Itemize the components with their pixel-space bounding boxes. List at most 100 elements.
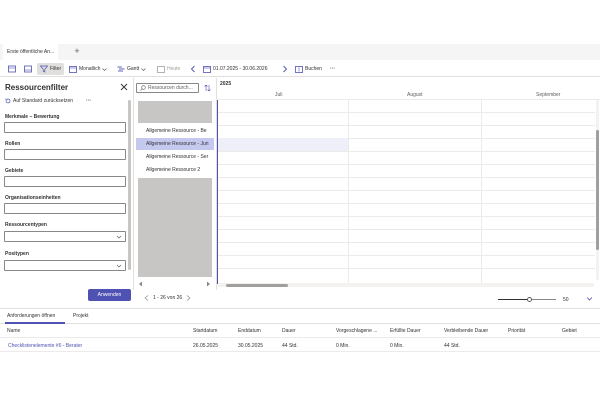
- reset-filters-button[interactable]: Auf Standard zurücksetzen: [5, 98, 73, 104]
- scroll-right-button[interactable]: [206, 281, 211, 287]
- gantt-year: 2025: [220, 81, 232, 87]
- panel-view-button[interactable]: [24, 63, 32, 75]
- column-header-name[interactable]: Name: [7, 328, 20, 334]
- caret-left-icon: [139, 281, 142, 287]
- zoom-slider[interactable]: [498, 297, 556, 302]
- ressourcentypen-select[interactable]: [4, 231, 126, 242]
- gantt-label: Gantt: [127, 66, 140, 72]
- tab-project[interactable]: Projekt: [73, 313, 89, 319]
- gantt-horizontal-scroll-track[interactable]: [218, 283, 594, 287]
- next-button[interactable]: [282, 63, 288, 75]
- filter-icon: [40, 65, 48, 73]
- gantt-gridline: [217, 190, 595, 191]
- gantt-chart: [216, 78, 600, 290]
- table-header-line: [0, 337, 600, 338]
- date-range-picker[interactable]: 01.07.2025 - 30.06.2026: [203, 63, 268, 75]
- gantt-gridline: [481, 100, 482, 284]
- book-button[interactable]: Buchen: [295, 63, 322, 75]
- resource-row[interactable]: Allgemeine Ressource - Be: [136, 125, 214, 137]
- page-previous-icon[interactable]: [144, 295, 149, 301]
- filter-panel-scrollbar[interactable]: [128, 100, 131, 270]
- filter-label: Filter: [50, 66, 62, 72]
- column-header-duration[interactable]: Dauer: [282, 328, 296, 334]
- resource-search-input[interactable]: Ressourcen durch...: [136, 83, 199, 93]
- resource-avatar-placeholder: [138, 101, 212, 123]
- rollen-input[interactable]: [4, 149, 126, 160]
- collapse-bottom-button[interactable]: [586, 296, 593, 302]
- gantt-vertical-scroll-track[interactable]: [596, 100, 599, 280]
- gantt-gridline: [217, 203, 595, 204]
- tab-bar: [0, 44, 600, 60]
- cell-proposed: 0 Min.: [336, 343, 350, 349]
- organisationseinheiten-input[interactable]: [4, 203, 126, 214]
- book-label: Buchen: [305, 66, 322, 72]
- grid-view-button[interactable]: [8, 63, 16, 75]
- filter-button[interactable]: Filter: [37, 63, 65, 75]
- gantt-month-september: September: [536, 92, 561, 98]
- gantt-gridline: [217, 112, 595, 113]
- filter-label-rollen: Rollen: [5, 141, 21, 147]
- column-header-territory[interactable]: Gebiet: [562, 328, 577, 334]
- gantt-gridline: [217, 151, 595, 152]
- close-panel-button[interactable]: [120, 83, 128, 91]
- grid-icon: [8, 65, 16, 73]
- zoom-value: 50: [563, 297, 569, 303]
- reset-label: Auf Standard zurücksetzen: [13, 98, 74, 104]
- view-mode-dropdown[interactable]: Monatlich: [69, 63, 108, 75]
- column-header-fulfilled[interactable]: Erfüllte Dauer: [390, 328, 421, 334]
- positypen-select[interactable]: [4, 260, 126, 271]
- zoom-slider-fill: [498, 299, 529, 300]
- filter-label-positypen: Positypen: [5, 251, 29, 257]
- gantt-month-august: August: [407, 92, 423, 98]
- resource-row[interactable]: Allgemeine Ressource - Ser: [136, 151, 214, 163]
- resource-filter-panel: [0, 78, 133, 308]
- chevron-down-icon: [141, 67, 146, 71]
- more-options-button[interactable]: ···: [330, 63, 335, 75]
- bottom-tab-bar: [0, 310, 600, 324]
- page-next-icon[interactable]: [186, 295, 191, 301]
- gantt-dropdown[interactable]: Gantt: [117, 63, 146, 75]
- scroll-left-button[interactable]: [138, 281, 143, 287]
- gantt-vertical-scroll-thumb[interactable]: [596, 130, 599, 250]
- column-header-remaining[interactable]: Verbleibende Dauer: [444, 328, 488, 334]
- resource-row[interactable]: Allgemeine Ressource 2: [136, 164, 214, 176]
- view-mode-label: Monatlich: [79, 66, 101, 72]
- filter-more-button[interactable]: ···: [86, 98, 91, 104]
- tab-open-requirements[interactable]: Anforderungen öffnen: [7, 313, 55, 319]
- tab-active-label: Erste öffentliche An...: [7, 48, 55, 55]
- chevron-down-icon: [116, 235, 122, 239]
- merkmale-input[interactable]: [4, 122, 126, 133]
- date-range-label: 01.07.2025 - 30.06.2026: [213, 66, 268, 72]
- today-button[interactable]: Heute: [157, 63, 180, 75]
- cell-duration: 44 Std.: [282, 343, 298, 349]
- column-header-start[interactable]: Startdatum: [193, 328, 217, 334]
- previous-button[interactable]: [190, 63, 196, 75]
- today-label: Heute: [167, 66, 181, 72]
- sort-icon: [204, 84, 211, 92]
- active-tab-indicator: [5, 322, 65, 324]
- chevron-down-icon: [102, 67, 108, 71]
- zoom-slider-thumb[interactable]: [527, 297, 532, 302]
- apply-button[interactable]: Anwenden: [88, 289, 131, 301]
- sort-button[interactable]: [204, 84, 211, 92]
- tab-active-view[interactable]: Erste öffentliche An...: [3, 44, 59, 60]
- column-header-end[interactable]: Enddatum: [238, 328, 261, 334]
- gebiete-input[interactable]: [4, 176, 126, 187]
- resource-search-placeholder: Ressourcen durch...: [148, 85, 193, 91]
- resource-row-selected[interactable]: Allgemeine Ressource - Jun: [136, 138, 214, 150]
- filter-label-gebiete: Gebiete: [5, 168, 24, 174]
- add-tab-button[interactable]: +: [72, 46, 82, 56]
- search-icon: [140, 85, 146, 91]
- filter-label-ressourcentypen: Ressourcentypen: [5, 222, 47, 228]
- resource-placeholder-block: [138, 178, 212, 277]
- gantt-gridline: [217, 216, 595, 217]
- gantt-gridline: [348, 100, 349, 284]
- gantt-horizontal-scroll-thumb[interactable]: [226, 284, 288, 287]
- book-icon: [295, 66, 303, 73]
- column-header-proposed[interactable]: Vorgeschlagene ...: [336, 328, 377, 334]
- filter-label-organisationseinheiten: Organisationseinheiten: [5, 195, 61, 201]
- panel-icon: [24, 65, 32, 73]
- chevron-down-icon: [586, 297, 593, 301]
- column-header-priority[interactable]: Priorität: [508, 328, 525, 334]
- requirement-name-link[interactable]: Checklistenelemente #6 - Berater: [8, 343, 82, 349]
